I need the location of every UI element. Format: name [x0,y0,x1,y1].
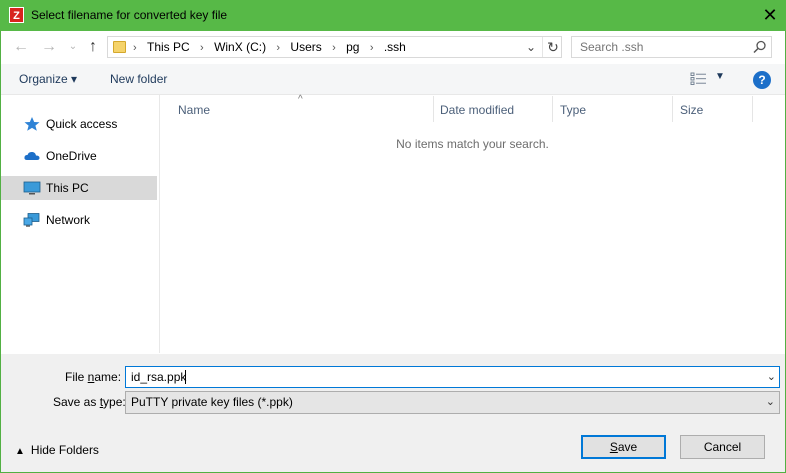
nav-item-label: OneDrive [46,149,97,163]
details-view-icon[interactable] [690,72,708,86]
chevron-up-icon: ▲ [15,446,25,457]
file-name-value[interactable]: id_rsa.ppk [131,367,186,387]
breadcrumb-drive[interactable]: WinX (C:) [210,37,270,57]
close-button[interactable]: ✕ [758,3,782,27]
recent-locations-chevron-icon[interactable]: ⌄ [63,37,83,57]
file-name-field[interactable]: id_rsa.ppk ⌄ [125,366,780,388]
nav-item-quick-access[interactable]: Quick access [1,112,157,136]
star-icon [24,117,40,131]
nav-item-network[interactable]: Network [1,208,157,232]
nav-item-label: Quick access [46,117,118,131]
breadcrumb-ssh[interactable]: .ssh [380,37,410,57]
title-bar[interactable]: Z Select filename for converted key file… [0,0,786,31]
sort-ascending-icon: ^ [298,94,303,105]
hide-folders-toggle[interactable]: ▲ Hide Folders [15,443,99,457]
computer-icon [23,181,41,195]
column-header-size[interactable]: Size [680,96,703,124]
file-name-dropdown-chevron-icon[interactable]: ⌄ [767,367,776,387]
chevron-right-icon[interactable]: › [367,38,377,58]
navigation-pane: Quick access OneDrive This PC Network [1,95,160,353]
new-folder-button[interactable]: New folder [110,72,167,86]
command-bar: Organize ▾ New folder ▼ ? [1,64,785,95]
back-arrow-icon[interactable]: ← [11,37,31,57]
breadcrumb-users[interactable]: Users [286,37,325,57]
file-list[interactable]: ^ Name Date modified Type Size No items … [160,94,785,353]
help-icon[interactable]: ? [753,71,771,89]
file-name-label: File name: [65,370,122,384]
window-title: Select filename for converted key file [31,8,228,22]
hide-folders-label: Hide Folders [30,443,99,457]
save-as-type-select[interactable]: PuTTY private key files (*.ppk) ⌄ [125,391,780,414]
chevron-right-icon[interactable]: › [329,38,339,58]
save-options-pane: File name: id_rsa.ppk ⌄ Save as type: Pu… [1,354,785,472]
save-button[interactable]: Save [581,435,666,459]
folder-icon [113,41,126,53]
network-icon [23,213,40,227]
organize-menu-button[interactable]: Organize ▾ [19,72,77,86]
address-dropdown-chevron-icon[interactable]: ⌄ [521,37,541,57]
column-divider[interactable] [552,96,553,122]
dialog-client-area: ← → ⌄ ↑ › This PC › WinX (C:) › Users › … [1,31,785,472]
view-options-dropdown-icon[interactable]: ▼ [715,71,725,82]
column-header-name[interactable]: Name [178,96,210,124]
search-icon[interactable] [752,39,768,55]
cancel-button[interactable]: Cancel [680,435,765,459]
text-caret [185,370,186,384]
column-divider[interactable] [752,96,753,122]
search-box[interactable] [571,36,772,58]
breadcrumb-this-pc[interactable]: This PC [143,37,194,57]
address-bar[interactable]: › This PC › WinX (C:) › Users › pg › .ss… [107,36,562,58]
breadcrumb: › This PC › WinX (C:) › Users › pg › .ss… [130,37,410,57]
column-header-date-modified[interactable]: Date modified [440,96,514,124]
chevron-right-icon[interactable]: › [197,38,207,58]
breadcrumb-pg[interactable]: pg [342,37,363,57]
save-as-type-label: Save as type: [53,395,126,409]
column-divider[interactable] [433,96,434,122]
column-header-type[interactable]: Type [560,96,586,124]
nav-item-this-pc[interactable]: This PC [1,176,157,200]
chevron-right-icon[interactable]: › [130,38,140,58]
forward-arrow-icon[interactable]: → [39,37,59,57]
cloud-icon [24,151,40,160]
refresh-icon[interactable]: ↻ [542,37,563,57]
save-as-type-value: PuTTY private key files (*.ppk) [131,395,293,409]
chevron-right-icon[interactable]: › [273,38,283,58]
dialog-window: Z Select filename for converted key file… [0,0,786,473]
column-divider[interactable] [672,96,673,122]
search-input[interactable] [580,37,740,57]
nav-item-label: Network [46,213,91,227]
save-as-type-chevron-icon[interactable]: ⌄ [766,392,775,413]
empty-folder-message: No items match your search. [396,137,549,151]
up-arrow-icon[interactable]: ↑ [83,37,103,57]
filezilla-app-icon: Z [9,7,24,23]
nav-item-onedrive[interactable]: OneDrive [1,144,157,168]
nav-item-label: This PC [46,181,89,195]
